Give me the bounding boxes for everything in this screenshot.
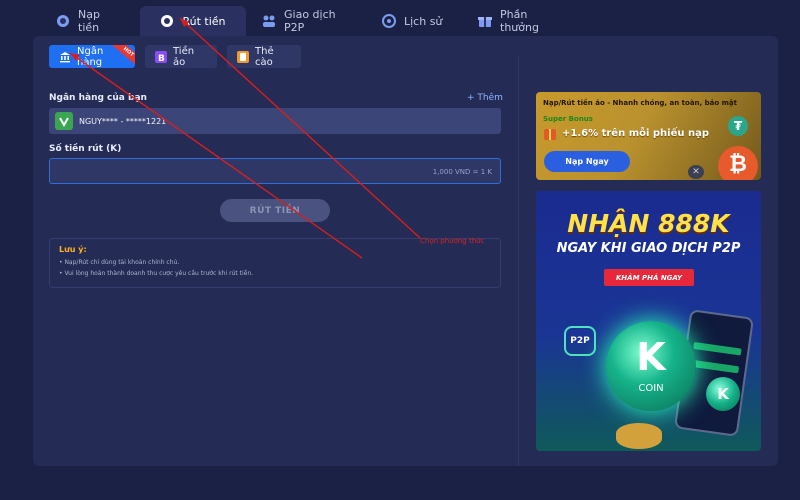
deposit-icon [56,14,70,28]
tab-withdraw-label: Rút tiền [182,14,226,28]
method-tabs: Ngân hàng HOT B Tiền ảo Thẻ cào [49,45,301,68]
gift-icon [478,14,492,28]
gift-icon [544,129,556,140]
amount-input[interactable] [50,160,500,184]
history-icon [382,14,396,28]
deposit-now-button[interactable]: Nạp Ngay [544,151,630,172]
withdraw-button[interactable]: RÚT TIỀN [220,199,330,222]
note-title: Lưu ý: [59,245,87,254]
banner-title: NHẬN 888K [567,209,730,238]
withdraw-icon [160,14,174,28]
close-icon[interactable]: ✕ [688,165,704,179]
banner-subtitle: NGAY KHI GIAO DỊCH P2P [556,241,741,256]
tab-rewards[interactable]: Phần thưởng [462,6,572,36]
tether-coin-icon: ₮ [728,116,748,136]
bank-icon [59,51,71,63]
k-coin-illustration: K COIN [606,321,696,411]
tab-deposit[interactable]: Nạp tiền [40,6,140,36]
add-bank-link[interactable]: + Thêm [467,93,503,103]
bank-label: Ngân hàng của bạn [49,93,147,103]
p2p-promo-banner[interactable]: NHẬN 888K NGAY KHI GIAO DỊCH P2P KHÁM PH… [536,191,761,451]
card-icon [237,50,249,63]
method-tab-bank[interactable]: Ngân hàng HOT [49,45,135,68]
note-line: • Nạp/Rút chỉ dùng tài khoản chính chủ. [59,259,180,266]
crypto-icon: B [155,50,167,64]
tab-history-label: Lịch sử [404,14,443,28]
method-tab-crypto-label: Tiền ảo [173,45,195,68]
annotation-text: Chọn phương thức [420,237,485,245]
explore-button[interactable]: KHÁM PHÁ NGAY [604,269,694,286]
bank-logo-icon [55,112,73,130]
tab-withdraw[interactable]: Rút tiền [140,6,246,36]
p2p-icon [262,14,276,28]
gold-coins-illustration [616,423,662,449]
divider [518,56,519,466]
svg-text:B: B [158,54,165,63]
method-tab-crypto[interactable]: B Tiền ảo [145,45,217,68]
amount-field [49,158,501,184]
coin-letter: K [636,335,666,379]
amount-label: Số tiền rút (K) [49,144,122,154]
tab-deposit-label: Nạp tiền [78,8,100,34]
coin-label: COIN [638,383,664,394]
note-box: Lưu ý: • Nạp/Rút chỉ dùng tài khoản chín… [49,238,501,288]
tab-p2p[interactable]: Giao dịch P2P [246,6,366,36]
bitcoin-coin-icon: ₿ [718,146,758,180]
method-tab-card-label: Thẻ cào [255,45,274,68]
promo-bonus-label: Super Bonus [543,115,593,123]
crypto-promo-banner[interactable]: Nạp/Rút tiền ảo - Nhanh chóng, an toàn, … [536,92,761,180]
tab-rewards-label: Phần thưởng [500,8,539,34]
tab-history[interactable]: Lịch sử [366,6,462,36]
small-k-coin-icon: K [706,377,740,411]
p2p-badge: P2P [564,326,596,356]
promo-headline: Nạp/Rút tiền ảo - Nhanh chóng, an toàn, … [543,99,737,107]
bank-account-value: NGUY**** - *****1221 [79,116,167,126]
note-line: • Vui lòng hoàn thành doanh thu cược yêu… [59,270,254,277]
tab-p2p-label: Giao dịch P2P [284,8,336,34]
top-tabs: Nạp tiền Rút tiền Giao dịch P2P Lịch sử … [40,6,572,36]
bank-select[interactable]: NGUY**** - *****1221 [49,108,501,134]
method-tab-card[interactable]: Thẻ cào [227,45,301,68]
withdraw-panel: Ngân hàng HOT B Tiền ảo Thẻ cào Ngân hàn… [33,36,778,466]
promo-rate: +1.6% trên mỗi phiếu nạp [562,128,710,139]
